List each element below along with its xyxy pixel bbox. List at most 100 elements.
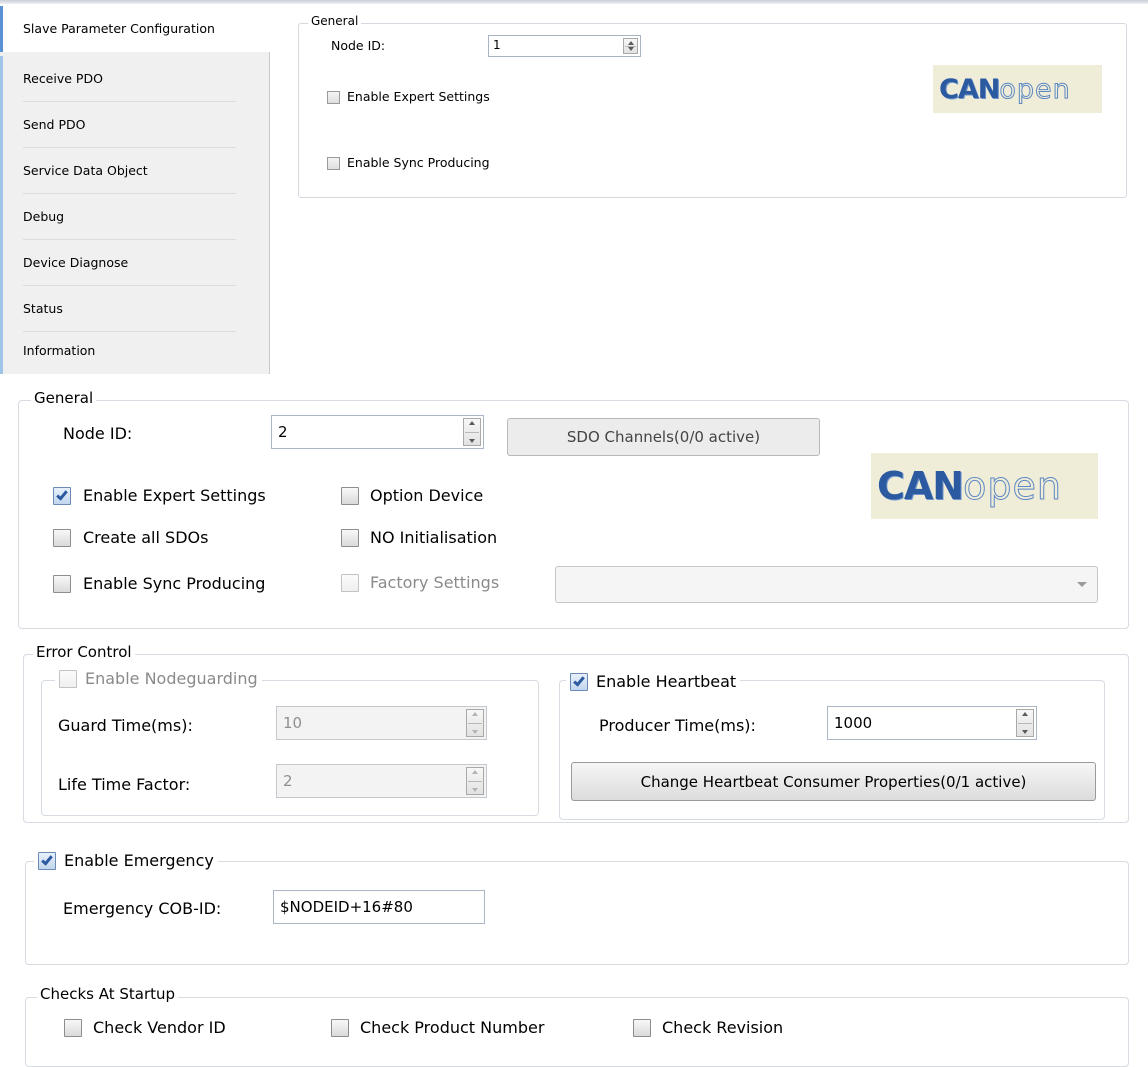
canopen-logo-small: CAN open [933, 65, 1102, 113]
logo-can-text: CAN [877, 464, 964, 508]
sidebar-item-label: Receive PDO [23, 71, 103, 86]
enable-expert-settings-label: Enable Expert Settings [83, 486, 266, 505]
logo-open-text: open [999, 73, 1071, 105]
sidebar-item-send-pdo[interactable]: Send PDO [0, 102, 270, 148]
check-product-number-label: Check Product Number [360, 1018, 545, 1037]
logo-open-text: open [963, 464, 1062, 509]
sidebar-item-debug[interactable]: Debug [0, 194, 270, 240]
window-top-border [0, 0, 1148, 4]
nodeguarding-legend: Enable Nodeguarding [55, 669, 262, 688]
small-node-id-label: Node ID: [331, 38, 386, 53]
guard-time-label: Guard Time(ms): [58, 716, 193, 735]
spin-buttons[interactable] [466, 767, 484, 795]
small-enable-sync-checkbox[interactable] [327, 157, 340, 170]
small-enable-expert-label: Enable Expert Settings [347, 89, 490, 104]
checkmark-icon [41, 852, 53, 866]
sidebar-item-receive-pdo[interactable]: Receive PDO [0, 56, 270, 102]
sidebar-item-service-data-object[interactable]: Service Data Object [0, 148, 270, 194]
arrow-down-icon [469, 439, 475, 443]
option-device-label: Option Device [370, 486, 484, 505]
checks-at-startup-legend: Checks At Startup [37, 985, 179, 1003]
chevron-down-icon [1077, 582, 1087, 587]
node-id-label: Node ID: [63, 424, 133, 443]
arrow-up-icon [1022, 712, 1028, 716]
check-revision-label: Check Revision [662, 1018, 784, 1037]
sidebar-item-status[interactable]: Status [0, 286, 270, 332]
emergency-cob-id-label: Emergency COB-ID: [63, 899, 222, 918]
check-revision-checkbox[interactable] [633, 1019, 651, 1037]
sdo-channels-button[interactable]: SDO Channels(0/0 active) [507, 418, 820, 456]
producer-time-spinner[interactable]: 1000 [827, 706, 1037, 740]
enable-nodeguarding-label: Enable Nodeguarding [85, 669, 258, 688]
sidebar-item-information[interactable]: Information [0, 328, 270, 374]
spin-buttons[interactable] [1016, 709, 1034, 737]
enable-heartbeat-checkbox[interactable] [570, 672, 588, 691]
no-initialisation-label: NO Initialisation [370, 528, 498, 547]
guard-time-spinner[interactable]: 10 [276, 706, 487, 740]
arrow-up-icon [472, 712, 478, 716]
guard-time-value: 10 [283, 714, 303, 732]
life-time-factor-spinner[interactable]: 2 [276, 764, 487, 798]
change-heartbeat-consumer-button[interactable]: Change Heartbeat Consumer Properties(0/1… [571, 762, 1096, 801]
spin-buttons[interactable] [623, 38, 638, 54]
create-all-sdos-checkbox[interactable] [53, 529, 71, 547]
error-control-legend: Error Control [33, 643, 135, 661]
sidebar-item-slave-parameter-configuration[interactable]: Slave Parameter Configuration [0, 6, 271, 52]
logo-can-text: CAN [939, 73, 1000, 105]
check-vendor-id-checkbox[interactable] [64, 1019, 82, 1037]
arrow-up-icon [469, 421, 475, 425]
small-enable-expert-checkbox[interactable] [327, 91, 340, 104]
factory-settings-label: Factory Settings [370, 573, 500, 592]
enable-expert-settings-checkbox[interactable] [53, 487, 71, 505]
emergency-cob-id-value: $NODEID+16#80 [280, 898, 413, 916]
arrow-up-icon [472, 770, 478, 774]
sidebar-item-label: Send PDO [23, 117, 86, 132]
sdo-channels-button-label: SDO Channels(0/0 active) [566, 428, 761, 446]
enable-sync-producing-checkbox[interactable] [53, 575, 71, 593]
spin-buttons[interactable] [463, 418, 481, 446]
check-product-number-checkbox[interactable] [331, 1019, 349, 1037]
sidebar-item-label: Device Diagnose [23, 255, 129, 270]
sidebar-item-label: Service Data Object [23, 163, 148, 178]
sidebar-item-label: Slave Parameter Configuration [23, 21, 215, 36]
enable-nodeguarding-checkbox[interactable] [59, 669, 77, 688]
factory-settings-checkbox[interactable] [341, 574, 359, 592]
arrow-down-icon [472, 730, 478, 734]
factory-settings-dropdown[interactable] [555, 566, 1098, 603]
emergency-legend: Enable Emergency [34, 851, 218, 870]
enable-emergency-label: Enable Emergency [64, 851, 214, 870]
sidebar-item-label: Debug [23, 209, 65, 224]
small-enable-sync-label: Enable Sync Producing [347, 155, 490, 170]
check-vendor-id-label: Check Vendor ID [93, 1018, 226, 1037]
producer-time-label: Producer Time(ms): [599, 716, 756, 735]
node-id-value: 2 [278, 423, 288, 441]
enable-heartbeat-label: Enable Heartbeat [596, 672, 737, 691]
checkmark-icon [56, 488, 68, 501]
small-node-id-value: 1 [493, 38, 501, 52]
enable-sync-producing-label: Enable Sync Producing [83, 574, 266, 593]
arrow-down-icon [472, 788, 478, 792]
enable-emergency-checkbox[interactable] [38, 851, 56, 870]
sidebar-item-label: Status [23, 301, 63, 316]
producer-time-value: 1000 [834, 714, 873, 732]
small-general-legend: General [308, 14, 362, 28]
canopen-logo: CAN open [871, 453, 1098, 519]
emergency-cob-id-field[interactable]: $NODEID+16#80 [273, 890, 485, 924]
node-id-spinner[interactable]: 2 [271, 415, 484, 449]
general-legend: General [31, 389, 97, 407]
checkmark-icon [573, 673, 585, 687]
arrow-up-icon [627, 41, 634, 45]
sidebar: Slave Parameter Configuration Receive PD… [0, 6, 271, 374]
heartbeat-legend: Enable Heartbeat [566, 672, 741, 691]
life-time-factor-value: 2 [283, 772, 293, 790]
spin-buttons[interactable] [466, 709, 484, 737]
small-node-id-spinner[interactable]: 1 [488, 35, 641, 57]
arrow-down-icon [627, 47, 634, 51]
change-heartbeat-consumer-label: Change Heartbeat Consumer Properties(0/1… [640, 772, 1027, 791]
create-all-sdos-label: Create all SDOs [83, 528, 209, 547]
life-time-factor-label: Life Time Factor: [58, 775, 191, 794]
no-initialisation-checkbox[interactable] [341, 529, 359, 547]
sidebar-item-device-diagnose[interactable]: Device Diagnose [0, 240, 270, 286]
option-device-checkbox[interactable] [341, 487, 359, 505]
sidebar-item-label: Information [23, 343, 96, 358]
